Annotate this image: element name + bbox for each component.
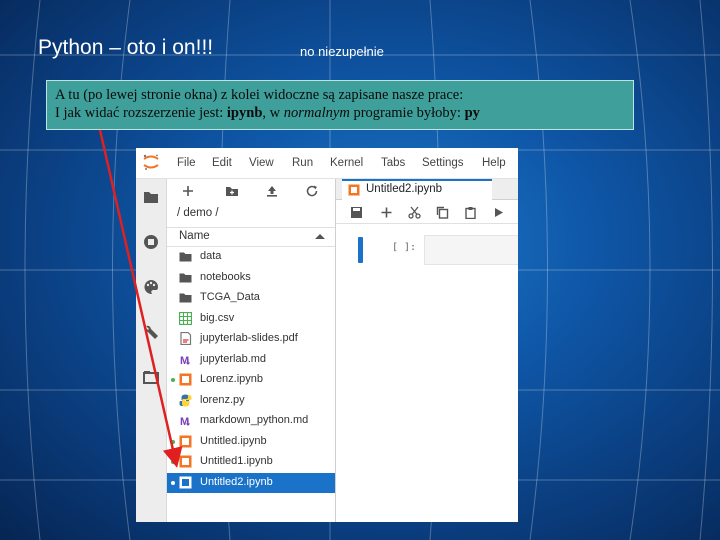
file-row[interactable]: big.csv: [167, 309, 335, 330]
code-cell-input[interactable]: [424, 235, 518, 265]
tab-untitled2[interactable]: Untitled2.ipynb: [342, 179, 492, 200]
menu-file[interactable]: File: [177, 157, 196, 169]
column-header-label: Name: [179, 230, 210, 242]
note-line-1: A tu (po lewej stronie okna) z kolei wid…: [55, 87, 464, 103]
file-name: jupyterlab-slides.pdf: [200, 332, 298, 344]
running-indicator-icon: [171, 480, 175, 485]
file-list: data notebooks TCGA_Data big.csv jupyterlab-…: [167, 247, 335, 493]
file-name: Untitled.ipynb: [200, 434, 267, 447]
file-name: markdown_python.md: [200, 414, 309, 426]
jupyter-logo-icon: [143, 154, 159, 170]
running-indicator-icon: [171, 439, 175, 444]
add-cell-icon[interactable]: [380, 206, 393, 219]
python-icon: [179, 394, 192, 406]
copy-icon[interactable]: [436, 206, 449, 219]
folder-icon: [179, 273, 192, 282]
menu-tabs[interactable]: Tabs: [381, 157, 405, 169]
annotation-note: A tu (po lewej stronie okna) z kolei wid…: [46, 80, 634, 130]
menu-bar: File Edit View Run Kernel Tabs Settings …: [136, 148, 518, 179]
upload-icon[interactable]: [265, 184, 279, 198]
note-line-2: I jak widać rozszerzenie jest: ipynb, w …: [55, 104, 625, 122]
menu-run[interactable]: Run: [292, 157, 313, 169]
file-row[interactable]: lorenz.py: [167, 391, 335, 412]
notebook-icon: [179, 435, 192, 447]
file-row[interactable]: data: [167, 247, 335, 268]
refresh-icon[interactable]: [305, 184, 319, 198]
active-cell-indicator: [358, 237, 363, 263]
notebook-icon: [179, 455, 192, 468]
left-sidebar: [136, 179, 167, 522]
file-row[interactable]: Untitled1.ipynb: [167, 452, 335, 473]
running-icon[interactable]: [143, 234, 159, 250]
file-name: TCGA_Data: [200, 291, 260, 303]
palette-icon[interactable]: [143, 279, 159, 295]
cut-icon[interactable]: [408, 206, 421, 219]
breadcrumb[interactable]: / demo /: [177, 207, 219, 219]
tab-strip: Untitled2.ipynb: [336, 179, 518, 200]
menu-help[interactable]: Help: [482, 157, 506, 169]
note-line-2-mid2: programie byłoby:: [349, 105, 465, 121]
menu-edit[interactable]: Edit: [212, 157, 232, 169]
note-line-2-mid: , w: [262, 105, 284, 121]
menu-view[interactable]: View: [249, 157, 274, 169]
file-browser-toolbar: [167, 179, 335, 203]
file-row[interactable]: Mmarkdown_python.md: [167, 411, 335, 432]
spreadsheet-icon: [179, 311, 192, 325]
new-launcher-icon[interactable]: [181, 184, 195, 198]
folder-icon: [179, 293, 192, 303]
file-row[interactable]: Untitled.ipynb: [167, 432, 335, 453]
markdown-icon: M: [180, 355, 190, 366]
note-ext-py: py: [464, 105, 480, 121]
slide-title: Python – oto i on!!!: [38, 36, 214, 59]
file-name: lorenz.py: [200, 393, 245, 406]
paste-icon[interactable]: [464, 206, 477, 219]
save-icon[interactable]: [350, 206, 363, 219]
run-icon[interactable]: [492, 206, 505, 219]
wrench-icon[interactable]: [143, 324, 159, 340]
file-row[interactable]: Mjupyterlab.md: [167, 350, 335, 371]
file-row[interactable]: Untitled2.ipynb: [167, 472, 335, 493]
file-row[interactable]: TCGA_Data: [167, 288, 335, 309]
jupyterlab-screenshot: File Edit View Run Kernel Tabs Settings …: [136, 148, 518, 522]
note-line-2-prefix: I jak widać rozszerzenie jest:: [55, 105, 227, 121]
note-ext-ipynb: ipynb: [226, 105, 263, 121]
file-row[interactable]: jupyterlab-slides.pdf: [167, 329, 335, 350]
cell-prompt: [ ]:: [392, 242, 417, 253]
tab-label: Untitled2.ipynb: [366, 183, 443, 195]
new-folder-icon[interactable]: [225, 184, 239, 198]
pdf-icon: [180, 332, 192, 345]
file-name: jupyterlab.md: [200, 352, 267, 365]
notebook-toolbar: [336, 201, 518, 224]
file-name: notebooks: [200, 270, 251, 283]
running-indicator-icon: [171, 460, 175, 464]
file-name: data: [200, 250, 222, 262]
file-name: Untitled2.ipynb: [200, 475, 273, 488]
file-name: Lorenz.ipynb: [200, 373, 263, 385]
file-row[interactable]: Lorenz.ipynb: [167, 370, 335, 391]
markdown-icon: M: [180, 416, 190, 427]
slide-subtitle: no niezupełnie: [300, 44, 384, 59]
menu-settings[interactable]: Settings: [422, 157, 464, 169]
menu-kernel[interactable]: Kernel: [330, 157, 363, 169]
notebook-icon: [179, 476, 192, 488]
notebook-icon: [179, 373, 192, 386]
notebook-icon: [348, 184, 360, 196]
file-name: big.csv: [200, 311, 235, 324]
note-normal-word: normalnym: [283, 105, 350, 121]
running-indicator-icon: [171, 378, 175, 382]
file-name: Untitled1.ipynb: [200, 455, 273, 467]
folder-icon: [179, 252, 192, 262]
tabs-icon[interactable]: [143, 369, 159, 385]
folder-icon[interactable]: [143, 189, 159, 205]
file-row[interactable]: notebooks: [167, 268, 335, 289]
file-browser: / demo / Name data notebooks TCGA_Data big.…: [167, 179, 336, 522]
column-header-name[interactable]: Name: [167, 227, 335, 247]
notebook-panel: Untitled2.ipynb [ ]:: [336, 179, 518, 522]
sort-caret-icon: [315, 234, 325, 239]
